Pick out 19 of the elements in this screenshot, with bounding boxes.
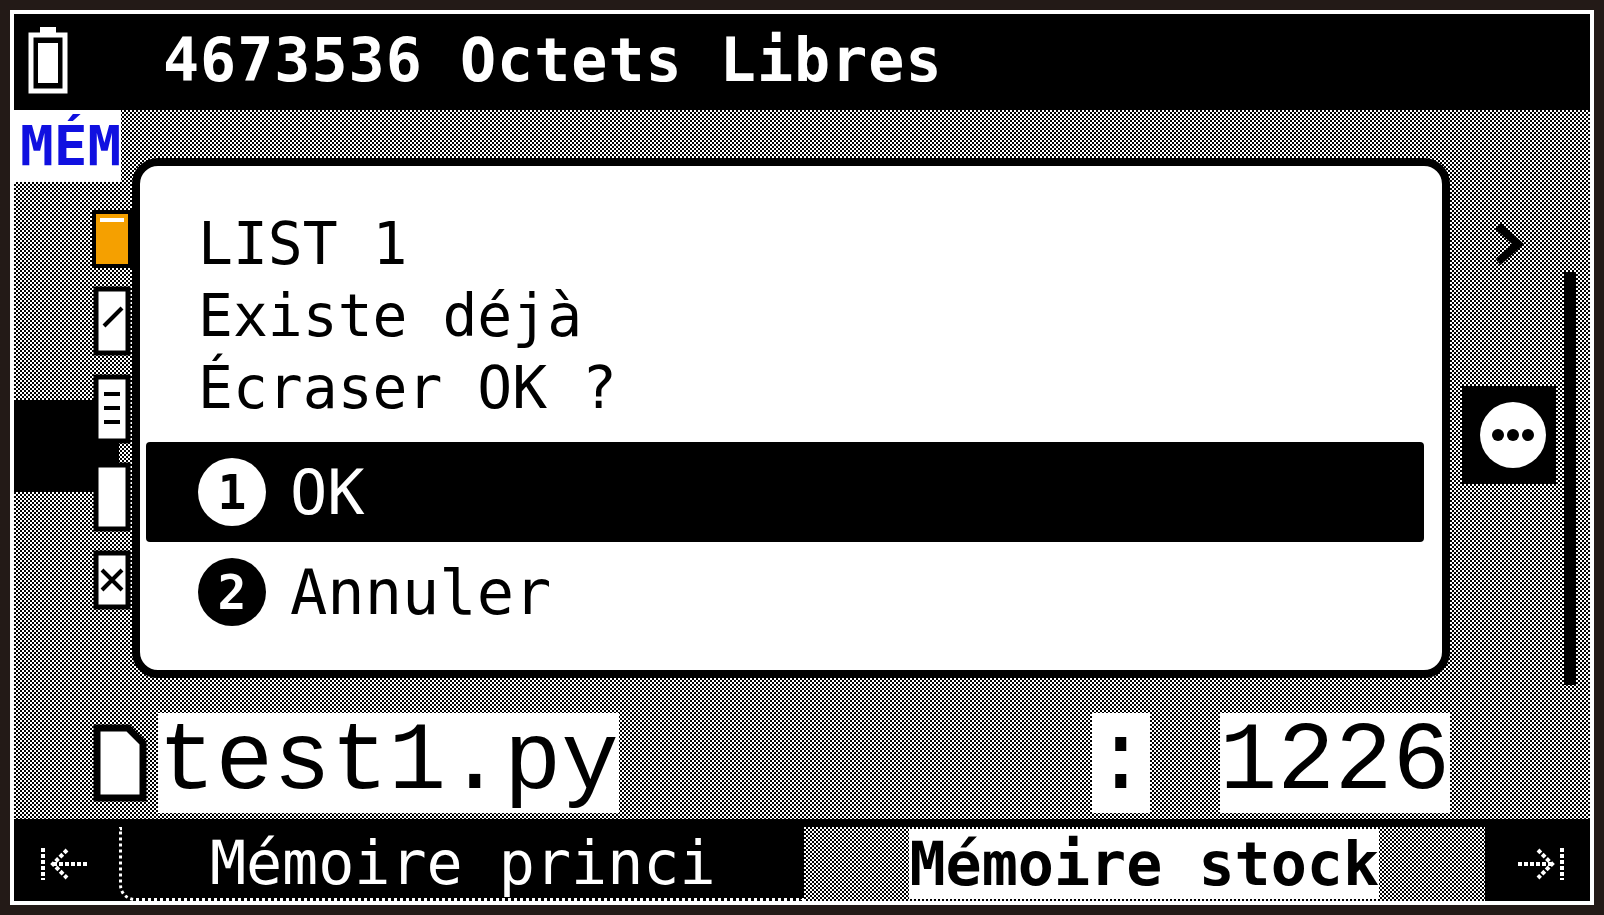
separator-text: : <box>1091 713 1150 813</box>
file-icon <box>92 723 148 803</box>
battery-icon <box>28 25 68 95</box>
dialog-option[interactable]: 1 OK <box>146 442 1424 542</box>
more-icon <box>1478 400 1548 470</box>
file-name: test1.py <box>158 713 619 813</box>
number-badge: 2 <box>198 558 266 626</box>
dialog-message: Existe déjà <box>197 281 584 352</box>
dialog-message: Écraser OK ? <box>197 352 619 424</box>
number-badge: 1 <box>198 458 266 526</box>
dialog-message: LIST 1 <box>197 209 409 280</box>
file-size: 1226 <box>1219 713 1450 813</box>
memory-tab[interactable]: Mémoire stock <box>803 827 1485 901</box>
chevron-right-icon <box>1494 222 1524 266</box>
memory-tab[interactable]: Mémoire princi <box>119 827 804 901</box>
free-memory-text: 4673536 Octets Libres <box>163 25 943 95</box>
scrollbar[interactable] <box>1564 272 1576 685</box>
more-button[interactable] <box>1462 386 1556 484</box>
screen-title: MÉM <box>14 110 122 182</box>
